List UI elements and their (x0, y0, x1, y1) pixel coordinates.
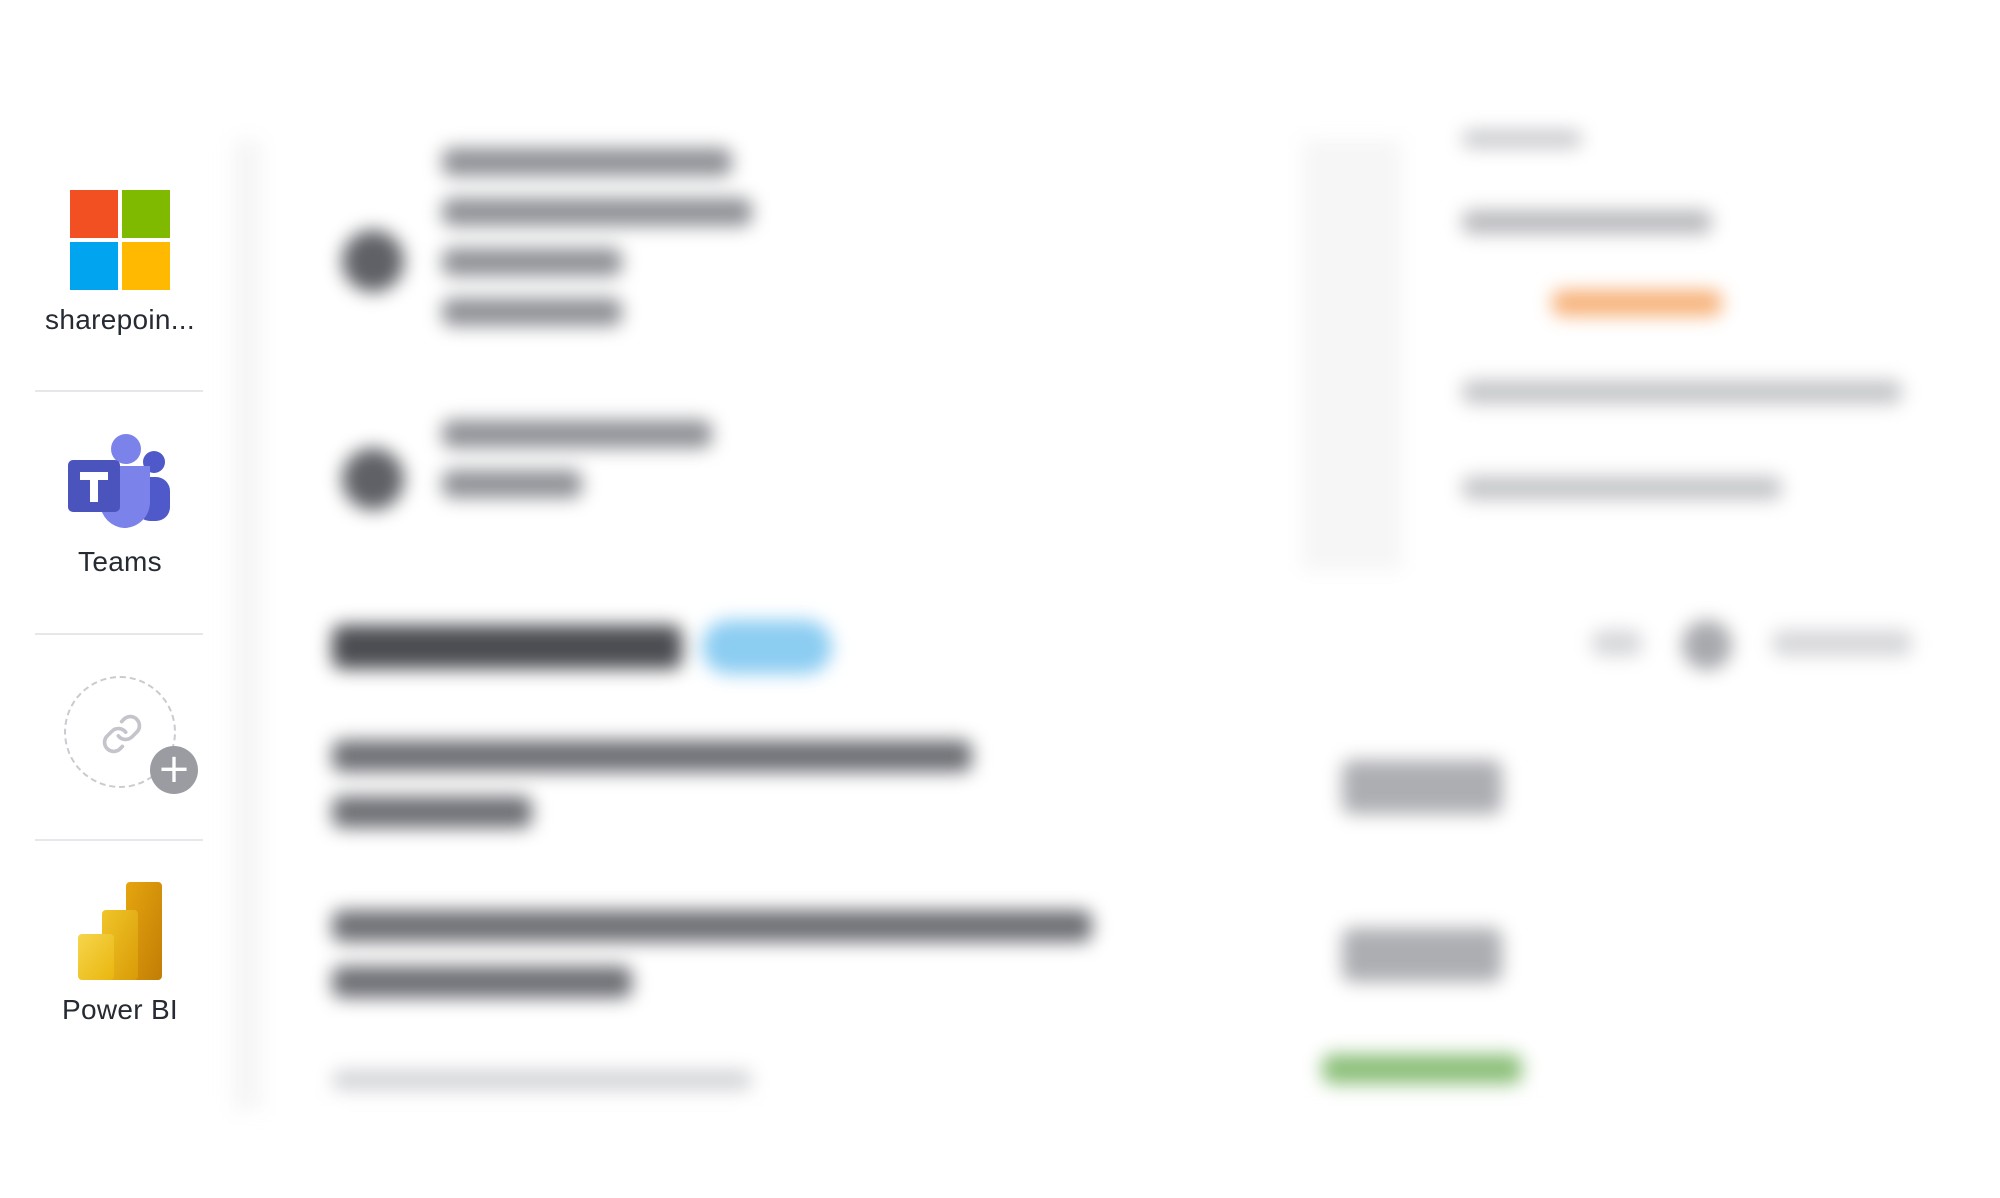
blurred-control (1772, 630, 1912, 656)
blurred-control (1682, 620, 1732, 670)
power-bi-logo-icon (78, 882, 162, 980)
app-tile-power-bi[interactable]: Power BI (20, 880, 220, 1026)
blurred-content-panel (232, 60, 1912, 1110)
app-tile-teams[interactable]: Teams (20, 432, 220, 578)
blurred-text (1462, 380, 1902, 404)
blurred-avatar (342, 230, 404, 292)
blurred-text (442, 198, 752, 226)
blurred-text (442, 298, 622, 326)
blurred-text (1462, 476, 1782, 500)
blurred-pill (1342, 760, 1502, 814)
blurred-text (442, 420, 712, 448)
rail-divider (35, 633, 203, 635)
teams-logo-icon (68, 434, 170, 528)
blurred-text (332, 1070, 752, 1090)
blurred-list-card (262, 60, 1302, 620)
app-launcher-rail: sharepoin... Teams + Power BI (0, 0, 235, 1198)
blurred-status-pill (1322, 1054, 1522, 1084)
blurred-heading (332, 625, 682, 669)
blurred-text (442, 248, 622, 276)
link-icon (102, 714, 142, 754)
blurred-detail-card (1402, 60, 1912, 620)
rail-divider (35, 839, 203, 841)
blurred-text (332, 796, 532, 828)
app-window: sharepoin... Teams + Power BI (0, 0, 2000, 1198)
add-link-button[interactable]: + (20, 676, 220, 794)
blurred-text (442, 148, 732, 176)
blurred-badge (1552, 290, 1722, 316)
blurred-table-card (262, 570, 1912, 1110)
microsoft-logo-icon (70, 190, 170, 290)
add-link-circle: + (64, 676, 198, 794)
blurred-text (332, 740, 972, 772)
blurred-text (442, 470, 582, 498)
app-tile-label: Power BI (62, 994, 178, 1025)
blurred-text (332, 910, 1092, 942)
rail-divider (35, 390, 203, 392)
blurred-text (1462, 210, 1712, 234)
blurred-pill (1342, 928, 1502, 982)
plus-icon: + (150, 746, 198, 794)
app-tile-label: Teams (78, 546, 162, 577)
app-tile-label: sharepoin... (45, 304, 195, 335)
blurred-text (332, 966, 632, 998)
blurred-control (1592, 630, 1642, 656)
app-tile-sharepoint[interactable]: sharepoin... (20, 190, 220, 336)
blurred-avatar (342, 448, 404, 510)
blurred-badge (702, 620, 832, 674)
blurred-text (1462, 130, 1582, 148)
